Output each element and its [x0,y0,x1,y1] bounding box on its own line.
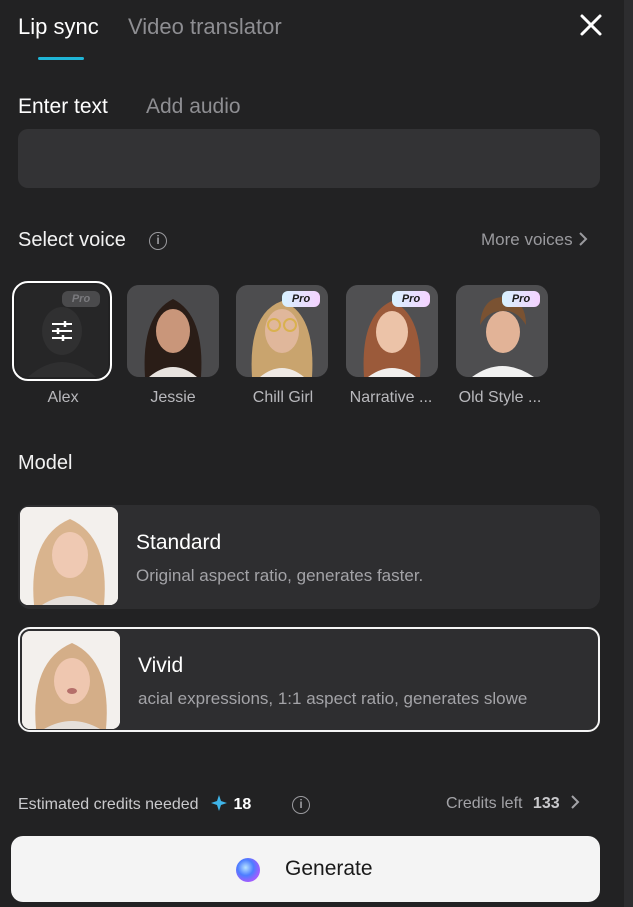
voice-card-chill-girl[interactable]: Pro [236,285,328,377]
credits-left-label: Credits left [446,795,523,812]
more-voices-label: More voices [481,230,573,249]
active-tab-indicator [38,57,84,60]
model-heading: Model [18,452,73,474]
close-button[interactable] [576,10,606,40]
voice-name-narrative: Narrative ... [349,389,433,406]
model-description: acial expressions, 1:1 aspect ratio, gen… [138,689,528,708]
more-voices-link[interactable]: More voices [481,230,588,250]
chevron-right-icon [571,795,580,809]
scroll-edge [624,0,633,907]
model-title: Standard [136,531,222,554]
voice-card-jessie[interactable] [127,285,219,377]
voice-card-alex[interactable]: Pro [12,281,112,381]
avatar [127,285,219,377]
model-title: Vivid [138,654,184,677]
estimated-credits-label: Estimated credits needed [18,796,199,813]
model-thumbnail [22,631,120,729]
voice-name-old-style: Old Style ... [458,389,542,406]
credits-left-link[interactable]: Credits left 133 [446,795,580,813]
voice-name-jessie: Jessie [150,389,196,406]
credits-left-value: 133 [532,795,560,812]
pro-badge: Pro [282,291,320,307]
sparkle-icon [211,795,227,811]
pro-badge: Pro [62,291,100,307]
chevron-right-icon [579,232,588,246]
info-icon[interactable]: i [292,796,310,814]
close-icon [580,14,602,36]
script-text-input[interactable] [18,129,600,188]
tab-video-translator[interactable]: Video translator [128,14,282,40]
generate-label: Generate [285,857,373,880]
estimated-credits: Estimated credits needed 18 [18,795,251,814]
model-option-standard[interactable]: Standard Original aspect ratio, generate… [18,505,600,609]
voice-name-chill-girl: Chill Girl [252,389,314,406]
model-thumbnail [20,507,118,605]
voice-card-narrative[interactable]: Pro [346,285,438,377]
sliders-icon [52,321,72,341]
pro-badge: Pro [502,291,540,307]
select-voice-heading: Select voice [18,229,126,251]
tab-lip-sync[interactable]: Lip sync [18,14,99,40]
model-option-vivid[interactable]: Vivid acial expressions, 1:1 aspect rati… [18,627,600,732]
voice-name-alex: Alex [47,389,79,406]
info-icon[interactable]: i [149,232,167,250]
model-description: Original aspect ratio, generates faster. [136,566,424,585]
pro-badge: Pro [392,291,430,307]
tab-add-audio[interactable]: Add audio [146,95,241,119]
tab-enter-text[interactable]: Enter text [18,95,108,119]
ai-orb-icon [236,858,260,882]
estimated-credits-value: 18 [233,796,252,813]
voice-card-old-style[interactable]: Pro [456,285,548,377]
